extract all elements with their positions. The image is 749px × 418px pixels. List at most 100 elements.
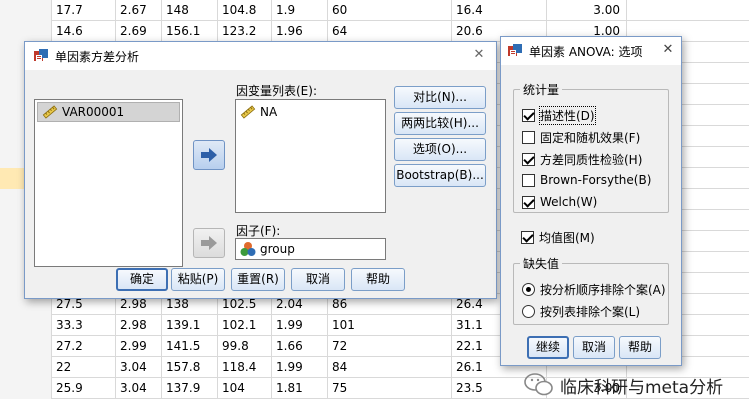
table-cell[interactable]: 33.3	[52, 315, 116, 336]
radio-circle	[522, 305, 535, 318]
checkbox-box	[522, 131, 535, 144]
table-cell[interactable]: 2.99	[116, 336, 162, 357]
table-row[interactable]: 17.7 2.67 148 104.8 1.9 60 16.4 3.00	[0, 0, 749, 21]
spss-app-icon	[33, 48, 49, 64]
checkbox-box	[522, 153, 535, 166]
means-plot-checkbox[interactable]: 均值图(M)	[521, 229, 595, 246]
table-cell[interactable]: 75	[328, 378, 452, 399]
table-cell[interactable]: 14.6	[52, 21, 116, 42]
row-header[interactable]	[0, 378, 52, 399]
table-cell[interactable]: 17.7	[52, 0, 116, 21]
row-header[interactable]	[0, 357, 52, 378]
row-header[interactable]	[0, 0, 52, 21]
checkbox-box	[522, 195, 535, 209]
table-cell[interactable]: 1.96	[272, 21, 328, 42]
help-button[interactable]: 帮助	[351, 268, 405, 291]
table-cell[interactable]: 118.4	[218, 357, 272, 378]
table-cell[interactable]: 27.2	[52, 336, 116, 357]
row-header[interactable]	[0, 21, 52, 42]
table-cell[interactable]: 16.4	[452, 0, 547, 21]
table-row[interactable]	[0, 399, 749, 418]
welch-checkbox[interactable]: Welch(W)	[522, 195, 597, 209]
watermark: 临床科研与meta分析	[524, 372, 723, 398]
close-icon[interactable]: ✕	[659, 41, 677, 59]
homogeneity-test-checkbox[interactable]: 方差同质性检验(H)	[522, 151, 642, 168]
reset-button[interactable]: 重置(R)	[231, 268, 285, 291]
watermark-text: 临床科研与meta分析	[560, 377, 724, 398]
table-cell[interactable]: 72	[328, 336, 452, 357]
checkbox-label: 方差同质性检验(H)	[540, 153, 643, 167]
table-cell[interactable]: 3.04	[116, 357, 162, 378]
table-cell[interactable]: 137.9	[162, 378, 218, 399]
scale-variable-icon	[240, 104, 256, 120]
row-header[interactable]	[0, 336, 52, 357]
table-cell[interactable]: 2.69	[116, 21, 162, 42]
move-to-dependent-button[interactable]	[193, 140, 225, 170]
descriptive-checkbox[interactable]: 描述性(D)	[522, 106, 596, 125]
cancel-button[interactable]: 取消	[291, 268, 345, 291]
factor-label: 因子(F):	[236, 224, 281, 238]
list-item[interactable]: VAR00001	[37, 102, 180, 122]
table-cell[interactable]: 99.8	[218, 336, 272, 357]
table-cell[interactable]: 104	[218, 378, 272, 399]
table-cell[interactable]: 139.1	[162, 315, 218, 336]
table-cell[interactable]: 1.66	[272, 336, 328, 357]
arrow-right-icon	[201, 236, 217, 250]
table-cell[interactable]: 22	[52, 357, 116, 378]
checkbox-box	[521, 231, 534, 244]
dependent-variable-list[interactable]: NA	[235, 99, 386, 213]
missing-values-group: 缺失值 按分析顺序排除个案(A) 按列表排除个案(L)	[513, 255, 669, 325]
table-cell[interactable]: 102.1	[218, 315, 272, 336]
radio-label: 按分析顺序排除个案(A)	[540, 283, 666, 297]
contrasts-button[interactable]: 对比(N)...	[394, 86, 486, 109]
table-cell[interactable]: 141.5	[162, 336, 218, 357]
options-cancel-button[interactable]: 取消	[573, 336, 615, 359]
fixed-random-effects-checkbox[interactable]: 固定和随机效果(F)	[522, 129, 640, 146]
table-cell[interactable]: 1.81	[272, 378, 328, 399]
statistics-group-title: 统计量	[520, 81, 563, 98]
dependent-list-label: 因变量列表(E):	[236, 84, 317, 98]
source-variable-list[interactable]: VAR00001	[34, 99, 183, 267]
table-cell[interactable]: 157.8	[162, 357, 218, 378]
table-cell[interactable]: 64	[328, 21, 452, 42]
anova-options-titlebar[interactable]: 单因素 ANOVA: 选项 ✕	[501, 37, 681, 65]
checkbox-box	[522, 173, 535, 187]
checkbox-label: Brown-Forsythe(B)	[540, 173, 652, 187]
row-header[interactable]	[0, 315, 52, 336]
spss-app-icon	[507, 43, 523, 59]
brown-forsythe-checkbox[interactable]: Brown-Forsythe(B)	[522, 173, 651, 187]
table-cell[interactable]: 1.9	[272, 0, 328, 21]
table-cell[interactable]: 2.67	[116, 0, 162, 21]
radio-label: 按列表排除个案(L)	[540, 305, 641, 319]
bootstrap-button[interactable]: Bootstrap(B)...	[394, 164, 486, 187]
list-item[interactable]: NA	[236, 102, 385, 122]
factor-field[interactable]: group	[235, 238, 386, 260]
table-cell[interactable]: 60	[328, 0, 452, 21]
table-cell[interactable]: 1.99	[272, 357, 328, 378]
table-cell[interactable]: 2.98	[116, 315, 162, 336]
move-to-factor-button[interactable]	[193, 228, 225, 258]
factor-item[interactable]: group	[236, 239, 385, 259]
exclude-analysis-by-analysis-radio[interactable]: 按分析顺序排除个案(A)	[522, 281, 666, 298]
ok-button[interactable]: 确定	[116, 268, 168, 291]
table-cell[interactable]: 104.8	[218, 0, 272, 21]
table-cell[interactable]: 84	[328, 357, 452, 378]
table-cell[interactable]: 1.99	[272, 315, 328, 336]
options-help-button[interactable]: 帮助	[619, 336, 661, 359]
paste-button[interactable]: 粘贴(P)	[171, 268, 225, 291]
exclude-listwise-radio[interactable]: 按列表排除个案(L)	[522, 303, 640, 320]
table-cell[interactable]: 25.9	[52, 378, 116, 399]
nominal-variable-icon	[240, 241, 256, 257]
post-hoc-button[interactable]: 两两比较(H)...	[394, 112, 486, 135]
table-cell[interactable]: 156.1	[162, 21, 218, 42]
table-cell[interactable]: 3.00	[547, 0, 627, 21]
missing-values-group-title: 缺失值	[520, 255, 563, 272]
close-icon[interactable]: ✕	[470, 46, 488, 64]
options-button[interactable]: 选项(O)...	[394, 138, 486, 161]
table-cell[interactable]: 123.2	[218, 21, 272, 42]
table-cell[interactable]: 101	[328, 315, 452, 336]
continue-button[interactable]: 继续	[527, 336, 569, 359]
table-cell[interactable]: 3.04	[116, 378, 162, 399]
table-cell[interactable]: 148	[162, 0, 218, 21]
oneway-anova-titlebar[interactable]: 单因素方差分析 ✕	[25, 42, 496, 70]
